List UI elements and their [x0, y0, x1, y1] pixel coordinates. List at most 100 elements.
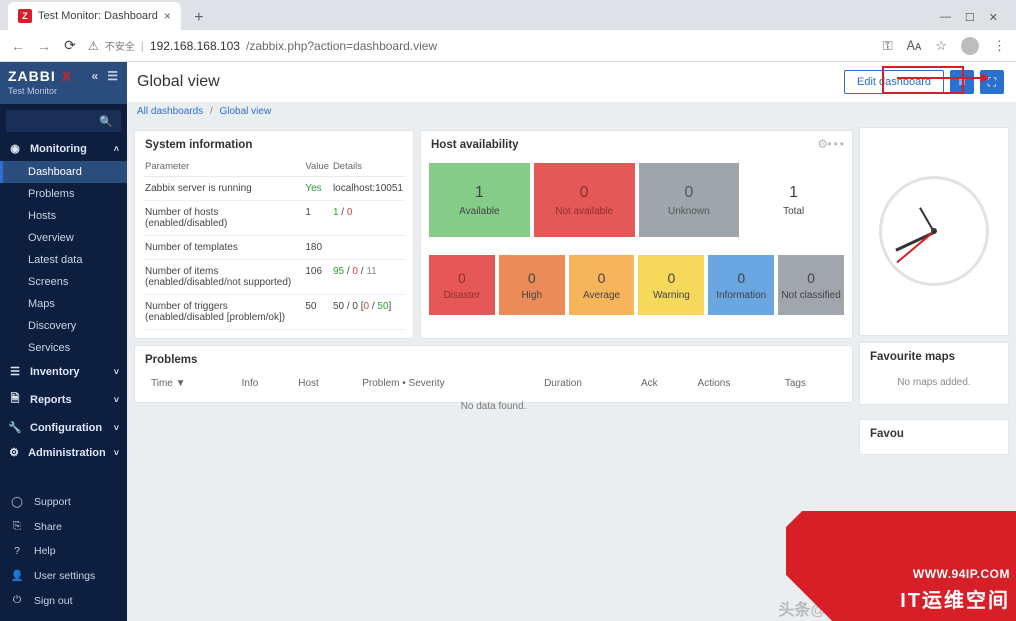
column-header[interactable]: Host: [292, 374, 354, 393]
column-header[interactable]: Problem • Severity: [356, 374, 536, 393]
url-path: /zabbix.php?action=dashboard.view: [246, 39, 437, 53]
sidebar-section-reports[interactable]: 🗎Reports˅: [0, 384, 127, 415]
table-row: Number of users (online)21: [143, 330, 405, 331]
sidebar-item-discovery[interactable]: Discovery: [0, 315, 127, 337]
page-title: Global view: [137, 73, 220, 91]
chevron-down-icon: ˅: [114, 367, 119, 377]
sidebar: ZABBIX « ☰ Test Monitor 🔍 ◉ Monitoring ˄…: [0, 62, 127, 621]
sidebar-header: ZABBIX « ☰ Test Monitor: [0, 62, 127, 104]
breadcrumb-current[interactable]: Global view: [220, 106, 272, 117]
tile: 0Not classified: [778, 255, 844, 315]
tile: 0Information: [708, 255, 774, 315]
column-header[interactable]: Actions: [692, 374, 777, 393]
main-area: Global view Edit dashboard ≡ ⛶ All dashb…: [127, 62, 1016, 621]
browser-address-bar: ← → ⟳ ⚠ 不安全 | 192.168.168.103/zabbix.php…: [0, 30, 1016, 62]
widget-menu-icon[interactable]: •••: [827, 137, 846, 151]
sidebar-section-configuration[interactable]: 🔧Configuration˅: [0, 415, 127, 440]
breadcrumb-all[interactable]: All dashboards: [137, 106, 203, 117]
sidebar-item-maps[interactable]: Maps: [0, 293, 127, 315]
watermark-gray: 头条@: [778, 596, 826, 620]
logo-x: X: [62, 68, 72, 84]
chevron-down-icon: ˅: [114, 448, 119, 458]
nav-reload-icon[interactable]: ⟳: [62, 37, 78, 54]
password-key-icon[interactable]: ⚿: [883, 38, 893, 54]
power-icon: ⏻: [10, 594, 24, 607]
table-row: Zabbix server is runningYeslocalhost:100…: [143, 177, 405, 201]
table-row: Number of hosts (enabled/disabled)11 / 0: [143, 201, 405, 236]
logo-text: ZABBI: [8, 68, 56, 84]
problems-table: Time ▼InfoHostProblem • SeverityDuration…: [143, 372, 844, 395]
breadcrumb: All dashboards / Global view: [135, 102, 852, 123]
profile-avatar-icon[interactable]: [961, 37, 979, 55]
sidebar-share-link[interactable]: ⎘Share: [0, 514, 127, 539]
share-icon: ⎘: [10, 520, 24, 533]
widget-title: Host availability: [429, 137, 844, 157]
window-maximize-icon[interactable]: ☐: [965, 11, 975, 24]
sidebar-toc-icon[interactable]: ☰: [107, 69, 119, 83]
sidebar-signout-link[interactable]: ⏻Sign out: [0, 588, 127, 613]
nav-back-icon[interactable]: ←: [10, 38, 26, 54]
sidebar-item-problems[interactable]: Problems: [0, 183, 127, 205]
window-minimize-icon[interactable]: —: [940, 11, 951, 24]
system-information-widget: System information Parameter Value Detai…: [135, 131, 413, 338]
sidebar-item-overview[interactable]: Overview: [0, 227, 127, 249]
site-warning-icon[interactable]: ⚠: [88, 39, 99, 53]
annotation-arrow: [897, 77, 987, 81]
user-icon: 👤: [10, 569, 24, 582]
tab-close-icon[interactable]: ×: [164, 9, 171, 23]
page-header: Global view Edit dashboard ≡ ⛶: [127, 62, 1016, 102]
sidebar-item-latest-data[interactable]: Latest data: [0, 249, 127, 271]
tile: 1Total: [743, 163, 844, 237]
nav-forward-icon: →: [36, 38, 52, 54]
eye-icon: ◉: [8, 142, 22, 155]
browser-tab[interactable]: Z Test Monitor: Dashboard ×: [8, 2, 181, 30]
sidebar-help-link[interactable]: ?Help: [0, 539, 127, 563]
tile: 0Disaster: [429, 255, 495, 315]
widget-title: Favourite maps: [868, 349, 1000, 369]
chevron-down-icon: ˅: [114, 423, 119, 433]
sidebar-collapse-icon[interactable]: «: [92, 69, 100, 83]
sidebar-item-services[interactable]: Services: [0, 337, 127, 359]
sidebar-item-screens[interactable]: Screens: [0, 271, 127, 293]
doc-icon: 🗎: [8, 390, 22, 409]
column-header[interactable]: Duration: [538, 374, 633, 393]
column-header[interactable]: Ack: [635, 374, 690, 393]
sidebar-section-administration[interactable]: ⚙Administration˅: [0, 440, 127, 465]
tab-title: Test Monitor: Dashboard: [38, 10, 158, 22]
list-icon: ☰: [8, 365, 22, 378]
chevron-down-icon: ˅: [114, 395, 119, 405]
tile: 1Available: [429, 163, 530, 237]
widget-title: Problems: [143, 352, 844, 372]
clock-widget: [860, 128, 1008, 335]
column-header[interactable]: Info: [236, 374, 291, 393]
sidebar-user-settings-link[interactable]: 👤User settings: [0, 563, 127, 588]
sidebar-section-monitoring[interactable]: ◉ Monitoring ˄: [0, 136, 127, 161]
new-tab-button[interactable]: +: [187, 6, 211, 30]
problems-widget: Problems Time ▼InfoHostProblem • Severit…: [135, 346, 852, 402]
gear-icon[interactable]: ⚙: [817, 137, 828, 151]
column-header[interactable]: Tags: [779, 374, 842, 393]
problems-empty: No data found.: [143, 395, 844, 418]
tab-favicon: Z: [18, 9, 32, 23]
sidebar-support-link[interactable]: ◯Support: [0, 490, 127, 514]
col-value: Value: [303, 157, 331, 177]
translate-icon[interactable]: 🗛: [907, 38, 922, 54]
browser-menu-icon[interactable]: ⋮: [993, 38, 1006, 54]
severity-tiles: 0Disaster0High0Average0Warning0Informati…: [429, 255, 844, 315]
col-parameter: Parameter: [143, 157, 303, 177]
favourite-partial-widget: Favou: [860, 420, 1008, 454]
sidebar-section-inventory[interactable]: ☰Inventory˅: [0, 359, 127, 384]
search-icon: 🔍: [99, 115, 113, 128]
column-header[interactable]: Time ▼: [145, 374, 234, 393]
sidebar-item-dashboard[interactable]: Dashboard: [0, 161, 127, 183]
bookmark-star-icon[interactable]: ☆: [935, 38, 947, 54]
right-column: Favourite maps No maps added. Favou: [860, 102, 1008, 454]
table-row: Number of templates180: [143, 236, 405, 260]
window-close-icon[interactable]: ✕: [989, 11, 998, 24]
sidebar-item-hosts[interactable]: Hosts: [0, 205, 127, 227]
tile: 0Unknown: [639, 163, 740, 237]
url-box[interactable]: ⚠ 不安全 | 192.168.168.103/zabbix.php?actio…: [88, 38, 873, 53]
sidebar-search[interactable]: 🔍: [6, 110, 121, 132]
help-icon: ?: [10, 545, 24, 557]
sysinfo-table: Parameter Value Details Zabbix server is…: [143, 157, 405, 330]
